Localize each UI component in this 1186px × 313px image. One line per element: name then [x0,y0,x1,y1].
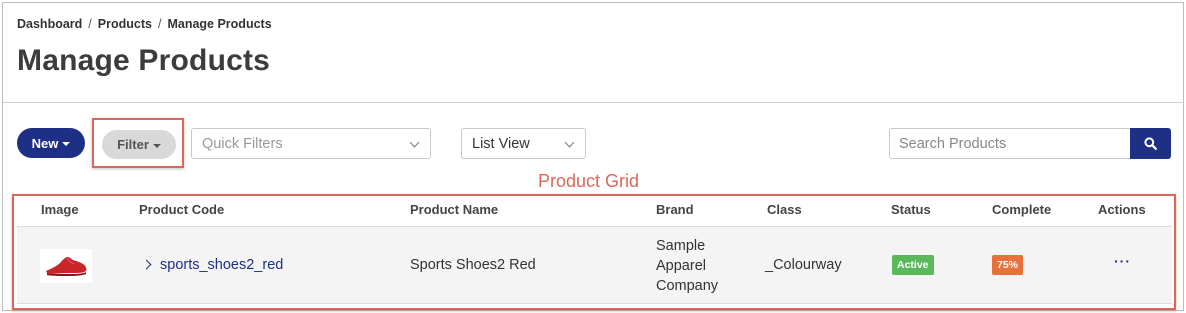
view-select-value: List View [472,135,530,152]
caret-down-icon [62,142,71,146]
search-products-input[interactable] [889,128,1131,159]
status-badge: Active [892,255,934,275]
table-row[interactable]: sports_shoes2_red Sports Shoes2 Red Samp… [17,226,1172,304]
chevron-down-icon [409,137,420,148]
grid-header: Image Product Code Product Name Brand Cl… [17,198,1172,226]
header-divider [3,102,1184,103]
column-header-brand[interactable]: Brand [656,202,694,217]
quick-filters-placeholder: Quick Filters [202,135,283,152]
brand: Sample Apparel Company [656,238,719,294]
product-name: Sports Shoes2 Red [410,257,536,273]
filter-button[interactable]: Filter [102,130,176,159]
page-title: Manage Products [17,44,271,77]
product-thumbnail[interactable] [40,249,92,283]
product-code-link[interactable]: sports_shoes2_red [160,257,283,273]
caret-down-icon [152,143,161,148]
breadcrumb-dashboard[interactable]: Dashboard [17,17,82,31]
product-grid-annotation-label: Product Grid [538,171,640,191]
row-actions-menu[interactable]: ··· [1114,253,1131,269]
column-header-class[interactable]: Class [767,202,802,217]
new-button[interactable]: New [17,128,85,158]
new-button-label: New [31,135,59,151]
complete-badge: 75% [992,255,1024,275]
expand-row-chevron-icon[interactable] [141,259,152,270]
search-icon [1144,137,1157,150]
breadcrumb-separator: / [157,17,162,31]
filter-button-label: Filter [117,137,149,152]
breadcrumb-products[interactable]: Products [98,17,152,31]
chevron-down-icon [564,137,575,148]
quick-filters-select[interactable]: Quick Filters [191,128,431,159]
search-button[interactable] [1130,128,1171,159]
view-select[interactable]: List View [461,128,586,159]
breadcrumb-manage-products: Manage Products [167,17,272,31]
breadcrumb: Dashboard / Products / Manage Products [17,17,272,31]
shoe-image [46,257,87,276]
column-header-status[interactable]: Status [891,202,931,217]
breadcrumb-separator: / [88,17,92,31]
class: _Colourway [765,257,842,273]
column-header-actions: Actions [1098,202,1146,217]
column-header-image: Image [41,202,79,217]
column-header-product-code[interactable]: Product Code [139,202,224,217]
column-header-complete[interactable]: Complete [992,202,1051,217]
column-header-product-name[interactable]: Product Name [410,202,498,217]
